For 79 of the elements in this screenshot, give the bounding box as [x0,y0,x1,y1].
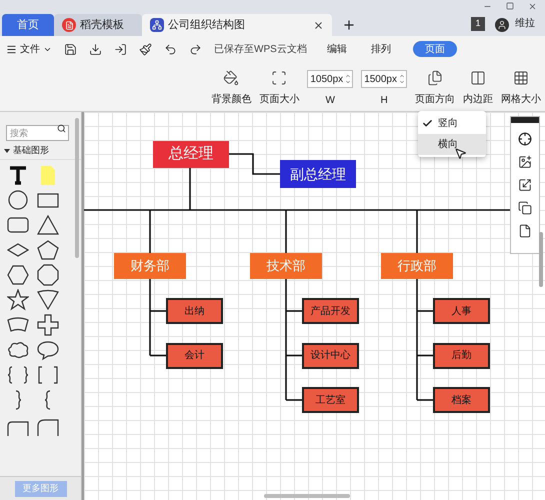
circle-icon[interactable] [7,189,29,211]
brackets-icon[interactable] [37,364,59,386]
octagon-icon[interactable] [37,264,59,286]
diagram-icon [150,18,164,32]
redo-icon[interactable] [189,42,202,56]
search-field[interactable]: 搜索 [6,125,69,141]
tab[interactable]: 公司组织结构图 [142,14,332,36]
org-node[interactable]: 设计中心 [302,342,359,368]
mode-tab[interactable]: 排列 [368,42,393,56]
ribbon-button[interactable]: 网格大小 [501,70,541,107]
ribbon-button[interactable]: 页面方向 [415,70,455,107]
ribbon-button[interactable]: 内边距 [463,70,493,107]
hexagon-icon[interactable] [7,264,29,286]
new-tab-icon[interactable] [342,18,356,32]
org-node[interactable]: 出纳 [166,298,223,324]
format-painter-icon[interactable] [139,42,152,56]
org-node[interactable]: 档案 [433,387,490,413]
close-icon[interactable] [528,2,537,11]
menu-item[interactable]: 竖向 [418,113,486,134]
avatar-icon [495,18,509,32]
margin-icon [470,70,486,86]
tab[interactable]: 稻壳模板 [54,14,142,36]
increment-icon[interactable] [345,73,352,79]
pages-icon [427,70,443,86]
org-node[interactable]: 后勤 [433,342,490,368]
cross-icon[interactable] [37,314,59,336]
scrollbar[interactable] [264,494,350,498]
inverted-triangle-icon[interactable] [37,289,59,311]
org-node[interactable]: 人事 [433,298,490,324]
braces-icon[interactable] [7,364,29,386]
template-icon [62,18,76,32]
close-tab-icon[interactable] [313,20,324,30]
org-node[interactable]: 产品开发 [302,298,359,324]
org-node[interactable]: 副总经理 [280,160,356,188]
file-menu[interactable]: 文件 [6,42,52,56]
number-field[interactable]: 1500px [361,70,407,88]
check-icon [422,118,433,129]
menu-icon [6,44,17,54]
text-tool-icon[interactable] [7,164,29,186]
download-icon[interactable] [89,42,102,56]
crosshair-icon[interactable] [518,132,532,146]
search-icon[interactable] [57,124,66,133]
mode-tab[interactable]: 编辑 [324,42,349,56]
user-name[interactable]: 维拉 [515,16,535,31]
number-field[interactable]: 1050px [307,70,354,88]
page-icon[interactable] [518,224,532,238]
decrement-icon[interactable] [399,79,405,85]
star-icon[interactable] [7,289,29,311]
save-status: 已保存至WPS云文档 [214,42,307,56]
copy-icon[interactable] [518,201,532,215]
page-size-icon [271,70,288,86]
field-label: W [326,94,335,108]
cloud-icon[interactable] [7,339,29,361]
org-node[interactable]: 总经理 [153,141,229,168]
field-label: H [380,94,388,108]
paint-bucket-icon [223,70,240,86]
import-icon[interactable] [114,42,127,56]
scrollbar[interactable] [539,232,543,287]
grid-icon [513,70,529,86]
org-node[interactable]: 工艺室 [302,387,359,413]
window-count[interactable]: 1 [471,17,485,31]
menu-item[interactable]: 横向 [418,134,486,155]
save-icon[interactable] [64,42,77,56]
maximize-icon[interactable] [506,2,514,10]
connector-line [229,153,280,175]
mode-tab[interactable]: 页面 [412,41,457,57]
org-node[interactable]: 会计 [166,342,223,368]
tab[interactable]: 首页 [2,14,54,36]
speech-bubble-icon[interactable] [37,339,59,361]
resize-icon[interactable] [518,178,532,192]
ribbon-button[interactable]: 背景颜色 [211,70,252,107]
image-icon[interactable] [518,155,532,169]
triangle-icon[interactable] [37,214,59,236]
undo-icon[interactable] [164,42,177,56]
increment-icon[interactable] [399,73,405,79]
ribbon-button[interactable]: 页面大小 [259,70,300,107]
scrollbar[interactable] [75,118,79,258]
pentagon-icon[interactable] [37,239,59,261]
decrement-icon[interactable] [345,79,352,85]
